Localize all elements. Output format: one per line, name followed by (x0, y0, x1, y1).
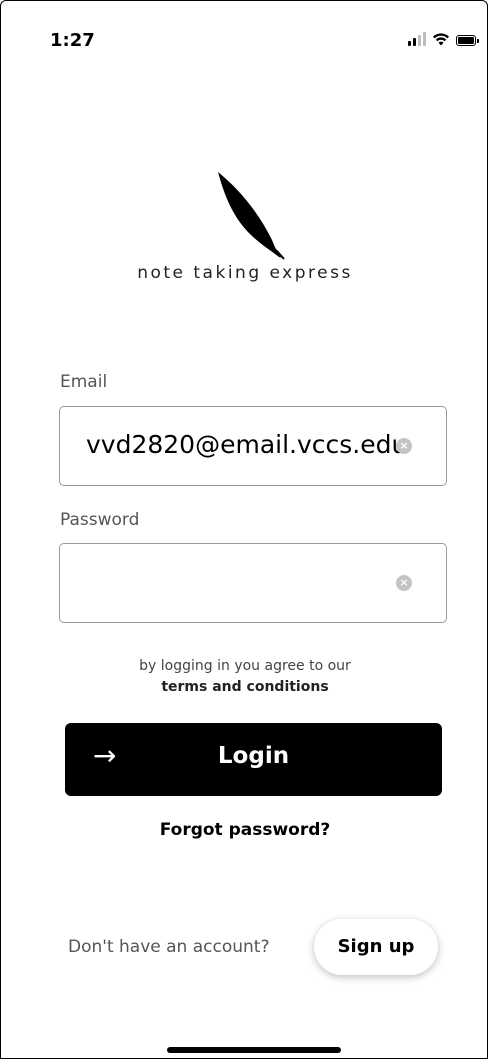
status-time: 1:27 (50, 30, 95, 51)
terms-link[interactable]: terms and conditions (0, 677, 490, 698)
password-field[interactable]: × (59, 543, 447, 623)
password-label: Password (60, 510, 140, 530)
status-bar: 1:27 (0, 0, 490, 70)
login-button[interactable]: → Login (65, 723, 442, 796)
login-label: Login (217, 743, 290, 769)
no-account-text: Don't have an account? (68, 937, 270, 957)
status-icons (408, 32, 479, 46)
cellular-signal-icon (408, 32, 426, 46)
terms-notice: by logging in you agree to our terms and… (0, 656, 490, 698)
brand-name: note taking express (137, 263, 353, 283)
clear-password-icon[interactable]: × (396, 575, 412, 591)
clear-email-icon[interactable]: × (396, 438, 412, 454)
home-indicator[interactable] (167, 1047, 341, 1053)
battery-icon (456, 35, 479, 46)
wifi-icon (433, 33, 449, 46)
email-field[interactable]: vvd2820@email.vccs.edu × (59, 406, 447, 486)
forgot-password-link[interactable]: Forgot password? (0, 820, 490, 840)
email-value: vvd2820@email.vccs.edu (86, 430, 408, 459)
signup-button[interactable]: Sign up (314, 919, 438, 975)
feather-logo-icon (218, 172, 285, 260)
terms-prefix: by logging in you agree to our (139, 658, 351, 674)
email-label: Email (60, 372, 108, 392)
